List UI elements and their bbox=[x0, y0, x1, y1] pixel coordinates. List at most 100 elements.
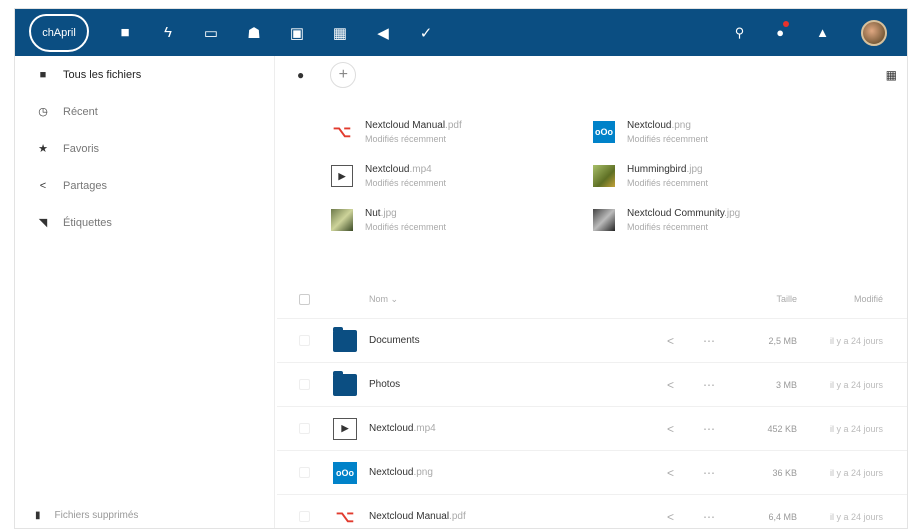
recent-file-item[interactable]: ▶ Nextcloud.mp4 Modifiés récemment bbox=[331, 158, 591, 194]
table-row[interactable]: ⌥ Nextcloud Manual.pdf < ⋯ 6,4 MB il y a… bbox=[277, 494, 907, 528]
select-all-checkbox[interactable] bbox=[299, 293, 310, 305]
file-name[interactable]: Nextcloud.mp4 bbox=[369, 423, 436, 434]
share-icon[interactable]: < bbox=[667, 466, 674, 480]
recent-file-name: Hummingbird bbox=[627, 164, 687, 175]
more-actions-icon[interactable]: ⋯ bbox=[703, 334, 715, 348]
main-content: ● + ▦ ⌥ Nextcloud Manual.pdf Modifiés réc… bbox=[277, 56, 907, 528]
trash-icon: ▮ bbox=[35, 509, 41, 521]
share-icon[interactable]: < bbox=[667, 334, 674, 348]
file-modified: il y a 24 jours bbox=[829, 335, 883, 346]
tag-icon: ◥ bbox=[38, 217, 48, 229]
nut-thumbnail bbox=[331, 209, 353, 231]
sidebar-item-all-files[interactable]: ■ Tous les fichiers bbox=[15, 56, 274, 93]
notes-app-icon[interactable]: ▦ bbox=[333, 24, 347, 42]
user-avatar[interactable] bbox=[861, 19, 887, 46]
more-actions-icon[interactable]: ⋯ bbox=[703, 466, 715, 480]
home-icon[interactable]: ● bbox=[297, 68, 304, 82]
column-size-header[interactable]: Taille bbox=[737, 294, 797, 304]
table-row[interactable]: oOo Nextcloud.png < ⋯ 36 KB il y a 24 jo… bbox=[277, 450, 907, 494]
file-modified: il y a 24 jours bbox=[829, 423, 883, 434]
recent-file-item[interactable]: Hummingbird.jpg Modifiés récemment bbox=[593, 158, 853, 194]
share-icon[interactable]: < bbox=[667, 422, 674, 436]
search-icon[interactable]: ⚲ bbox=[735, 25, 745, 41]
recent-file-subtitle: Modifiés récemment bbox=[365, 178, 447, 188]
recent-file-ext: .jpg bbox=[380, 208, 397, 219]
recent-file-name: Nextcloud bbox=[365, 164, 410, 175]
file-name-text: Nextcloud bbox=[369, 467, 414, 478]
nextcloud-image-thumbnail: oOo bbox=[333, 461, 357, 484]
file-ext: .mp4 bbox=[413, 423, 436, 434]
announcements-app-icon[interactable]: ◀ bbox=[376, 24, 390, 42]
recent-file-ext: .jpg bbox=[724, 208, 741, 219]
table-row[interactable]: Documents < ⋯ 2,5 MB il y a 24 jours bbox=[277, 318, 907, 362]
recent-file-name: Nextcloud Manual bbox=[365, 120, 446, 131]
recent-file-subtitle: Modifiés récemment bbox=[365, 134, 447, 144]
recent-file-item[interactable]: Nut.jpg Modifiés récemment bbox=[331, 202, 591, 238]
recent-file-subtitle: Modifiés récemment bbox=[365, 222, 447, 232]
share-icon[interactable]: < bbox=[667, 510, 674, 524]
sidebar-item-favorites[interactable]: ★ Favoris bbox=[15, 130, 274, 167]
column-modified-header[interactable]: Modifié bbox=[854, 294, 883, 304]
sidebar-item-label: Étiquettes bbox=[63, 216, 112, 229]
row-checkbox[interactable] bbox=[299, 467, 310, 478]
more-actions-icon[interactable]: ⋯ bbox=[703, 422, 715, 436]
more-actions-icon[interactable]: ⋯ bbox=[703, 378, 715, 392]
add-button[interactable]: + bbox=[330, 62, 357, 88]
sidebar-item-label: Tous les fichiers bbox=[63, 68, 142, 81]
folder-icon bbox=[333, 370, 357, 396]
file-modified: il y a 24 jours bbox=[829, 511, 883, 522]
file-ext: .pdf bbox=[449, 511, 466, 522]
row-checkbox[interactable] bbox=[299, 511, 310, 522]
file-size: 2,5 MB bbox=[768, 335, 797, 346]
contacts-app-icon[interactable]: ☗ bbox=[247, 24, 261, 42]
grid-view-toggle-icon[interactable]: ▦ bbox=[886, 68, 897, 82]
folder-icon bbox=[333, 326, 357, 352]
row-checkbox[interactable] bbox=[299, 423, 310, 434]
file-name-text: Photos bbox=[369, 379, 401, 390]
more-actions-icon[interactable]: ⋯ bbox=[703, 510, 715, 524]
file-name[interactable]: Nextcloud Manual.pdf bbox=[369, 511, 466, 522]
notifications-icon[interactable]: ● bbox=[776, 21, 790, 40]
sidebar-deleted-files[interactable]: ▮ Fichiers supprimés bbox=[15, 504, 274, 526]
file-name[interactable]: Nextcloud.png bbox=[369, 467, 433, 478]
file-size: 36 KB bbox=[772, 467, 797, 478]
table-row[interactable]: Photos < ⋯ 3 MB il y a 24 jours bbox=[277, 362, 907, 406]
file-ext: .png bbox=[413, 467, 433, 478]
activity-app-icon[interactable]: ϟ bbox=[161, 24, 175, 41]
share-icon[interactable]: < bbox=[667, 378, 674, 392]
sidebar: ■ Tous les fichiers ◷ Récent ★ Favoris <… bbox=[15, 56, 275, 528]
recent-file-item[interactable]: ⌥ Nextcloud Manual.pdf Modifiés récemment bbox=[331, 114, 591, 150]
files-app-icon[interactable]: ■ bbox=[118, 24, 132, 41]
row-checkbox[interactable] bbox=[299, 379, 310, 390]
file-name[interactable]: Documents bbox=[369, 335, 420, 346]
sidebar-item-label: Partages bbox=[63, 179, 108, 192]
file-size: 3 MB bbox=[775, 379, 797, 390]
sidebar-item-label: Fichiers supprimés bbox=[54, 509, 139, 521]
recent-file-item[interactable]: oOo Nextcloud.png Modifiés récemment bbox=[593, 114, 853, 150]
gallery-app-icon[interactable]: ▭ bbox=[204, 24, 218, 42]
file-modified: il y a 24 jours bbox=[829, 467, 883, 478]
sidebar-item-recent[interactable]: ◷ Récent bbox=[15, 93, 274, 130]
table-row[interactable]: ▶ Nextcloud.mp4 < ⋯ 452 KB il y a 24 jou… bbox=[277, 406, 907, 450]
top-navigation-bar: chApril ■ ϟ ▭ ☗ ▣ ▦ ◀ ✓ ⚲ ● ▲ bbox=[15, 9, 907, 56]
row-checkbox[interactable] bbox=[299, 335, 310, 346]
recent-file-subtitle: Modifiés récemment bbox=[627, 222, 709, 232]
recent-file-subtitle: Modifiés récemment bbox=[627, 134, 709, 144]
plus-icon: + bbox=[338, 66, 348, 83]
recent-file-item[interactable]: Nextcloud Community.jpg Modifiés récemmen… bbox=[593, 202, 853, 238]
sidebar-item-tags[interactable]: ◥ Étiquettes bbox=[15, 204, 274, 241]
sidebar-item-shares[interactable]: < Partages bbox=[15, 167, 274, 204]
calendar-app-icon[interactable]: ▣ bbox=[290, 24, 304, 42]
breadcrumb: ● + bbox=[277, 56, 907, 94]
notification-badge bbox=[783, 21, 790, 27]
recent-file-subtitle: Modifiés récemment bbox=[627, 178, 709, 188]
tasks-app-icon[interactable]: ✓ bbox=[419, 24, 433, 42]
recent-file-ext: .pdf bbox=[445, 120, 462, 131]
file-name[interactable]: Photos bbox=[369, 379, 400, 390]
recent-file-name: Nextcloud bbox=[627, 120, 672, 131]
contacts-menu-icon[interactable]: ▲ bbox=[816, 25, 829, 40]
app-window: chApril ■ ϟ ▭ ☗ ▣ ▦ ◀ ✓ ⚲ ● ▲ ■ Tous les… bbox=[14, 8, 908, 529]
column-name-header[interactable]: Nom ⌄ bbox=[369, 294, 398, 305]
community-thumbnail bbox=[593, 209, 615, 231]
app-logo[interactable]: chApril bbox=[29, 13, 89, 52]
